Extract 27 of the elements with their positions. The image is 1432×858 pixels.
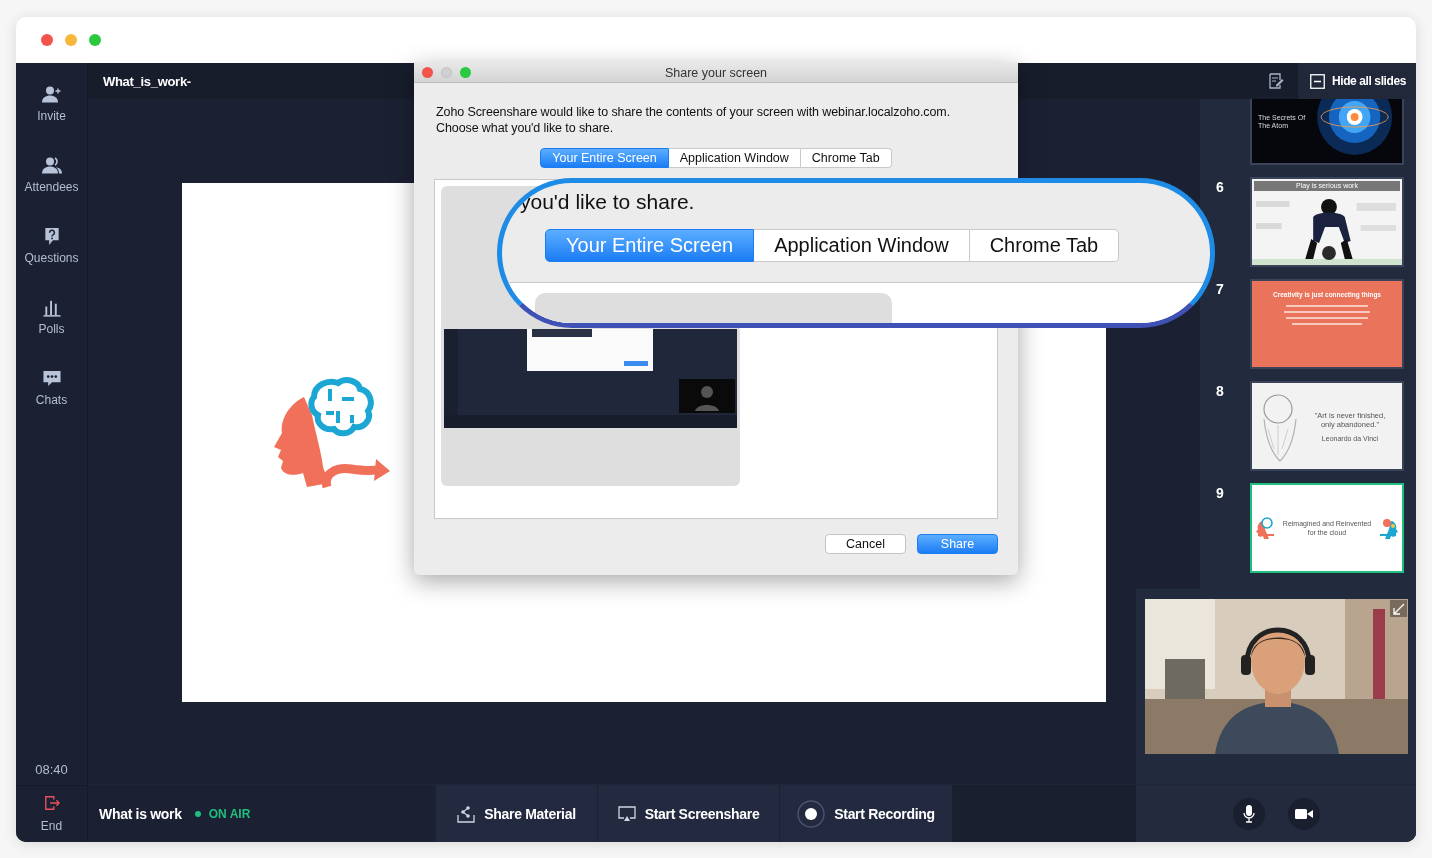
status-label: ON AIR: [208, 806, 251, 821]
toolbar-button[interactable]: Share Material: [436, 785, 598, 842]
dialog-title: Share your screen: [663, 65, 769, 80]
toolbar-button[interactable]: Start Recording: [780, 785, 953, 842]
dialog-message: Choose what you'd like to share.: [436, 120, 615, 136]
sidebar-item[interactable]: Polls: [16, 298, 87, 369]
slide-number: 6: [1216, 178, 1225, 197]
slide-number: 9: [1216, 484, 1225, 503]
sidebar-item[interactable]: Attendees: [16, 156, 87, 227]
cancel-button[interactable]: Cancel: [825, 534, 906, 554]
dialog-message: Zoho Screenshare would like to share the contents of your screen with webinar.localzoho.com.: [436, 104, 951, 120]
sidebar-item[interactable]: Questions: [16, 227, 87, 298]
sidebar-item[interactable]: Invite: [16, 85, 87, 156]
segment-tab[interactable]: Application Window: [668, 148, 801, 168]
hide-slides-button[interactable]: Hide all slides: [1297, 63, 1416, 99]
segment-tab[interactable]: Chrome Tab: [969, 229, 1120, 262]
segment-tab[interactable]: Chrome Tab: [800, 148, 892, 168]
end-button[interactable]: End: [16, 785, 88, 842]
slide-number: 8: [1216, 382, 1225, 401]
session-name: What is work: [99, 805, 182, 822]
slide-number: 7: [1216, 280, 1225, 299]
sidebar-item[interactable]: Chats: [16, 369, 87, 440]
session-title: What_is_work-: [103, 73, 191, 89]
toolbar-button[interactable]: Start Screenshare: [598, 785, 780, 842]
magnified-text: you'd like to share.: [519, 189, 696, 215]
session-timer: 08:40: [35, 762, 68, 779]
segment-tab[interactable]: Application Window: [754, 229, 970, 262]
